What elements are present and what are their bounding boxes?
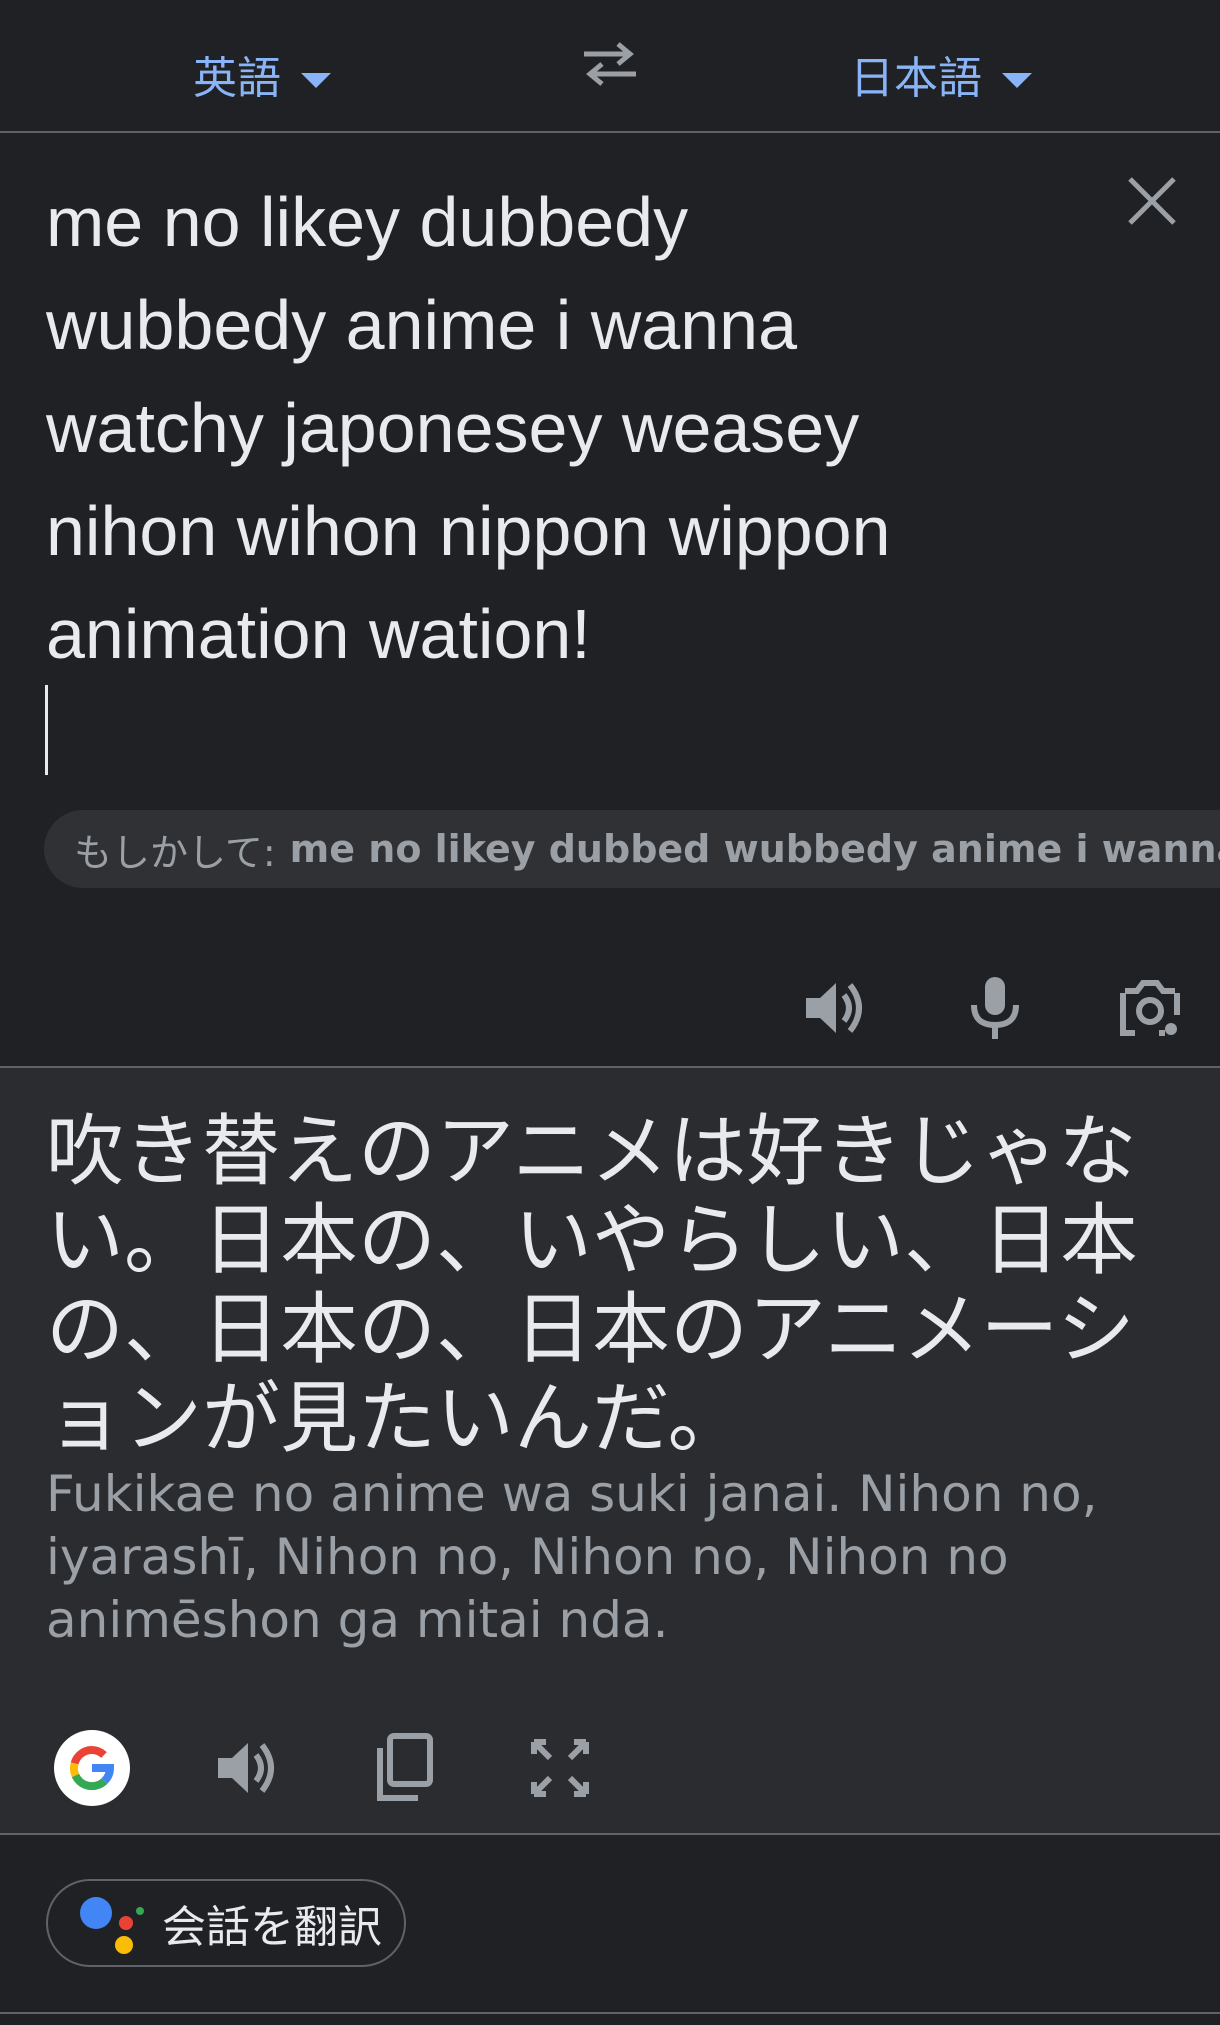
voice-input-button[interactable] [960, 973, 1030, 1043]
listen-translation-button[interactable] [208, 1728, 288, 1808]
chevron-down-icon [1002, 72, 1032, 88]
google-g-icon [54, 1730, 130, 1806]
source-language-label: 英語 [193, 53, 281, 104]
divider [0, 2012, 1220, 2014]
listen-source-button[interactable] [800, 973, 870, 1043]
swap-languages-button[interactable] [580, 38, 640, 88]
source-text-input[interactable]: me no likey dubbedy wubbedy anime i wann… [46, 171, 1086, 686]
translated-text: 吹き替えのアニメは好きじゃない。日本の、いやらしい、日本の、日本の、日本のアニメ… [46, 1107, 1139, 1464]
target-language-label: 日本語 [850, 53, 982, 104]
camera-icon [1120, 980, 1180, 1036]
camera-translate-button[interactable] [1115, 973, 1185, 1043]
microphone-icon [971, 977, 1019, 1039]
translate-conversation-button[interactable]: 会話を翻訳 [46, 1879, 406, 1967]
suggestion-text: me no likey dubbed wubbedy anime i wanna… [289, 827, 1220, 871]
swap-arrows-icon [584, 42, 636, 86]
copy-icon [377, 1733, 433, 1801]
target-language-selector[interactable]: 日本語 [850, 44, 1032, 104]
conversation-label: 会話を翻訳 [162, 1902, 382, 1953]
fullscreen-button[interactable] [520, 1728, 600, 1808]
copy-translation-button[interactable] [364, 1728, 444, 1808]
clear-text-button[interactable] [1124, 173, 1180, 229]
google-button[interactable] [52, 1728, 132, 1808]
bottom-bar: 会話を翻訳 [0, 1835, 1220, 2025]
speaker-icon [218, 1743, 274, 1793]
source-language-selector[interactable]: 英語 [193, 44, 331, 104]
chevron-down-icon [301, 72, 331, 88]
source-input-panel[interactable]: me no likey dubbedy wubbedy anime i wann… [0, 133, 1220, 1068]
language-bar: 英語 日本語 [0, 0, 1220, 133]
fullscreen-icon [531, 1739, 589, 1797]
speaker-icon [806, 983, 862, 1033]
did-you-mean-suggestion[interactable]: もしかして: me no likey dubbed wubbedy anime … [44, 810, 1220, 888]
romanization-text: Fukikae no anime wa suki janai. Nihon no… [46, 1465, 1098, 1649]
close-icon [1128, 177, 1176, 225]
translation-output-panel: 吹き替えのアニメは好きじゃない。日本の、いやらしい、日本の、日本の、日本のアニメ… [0, 1068, 1220, 1835]
suggestion-prefix: もしかして: [74, 830, 276, 875]
google-assistant-icon [80, 1897, 144, 1954]
text-cursor [45, 685, 48, 775]
